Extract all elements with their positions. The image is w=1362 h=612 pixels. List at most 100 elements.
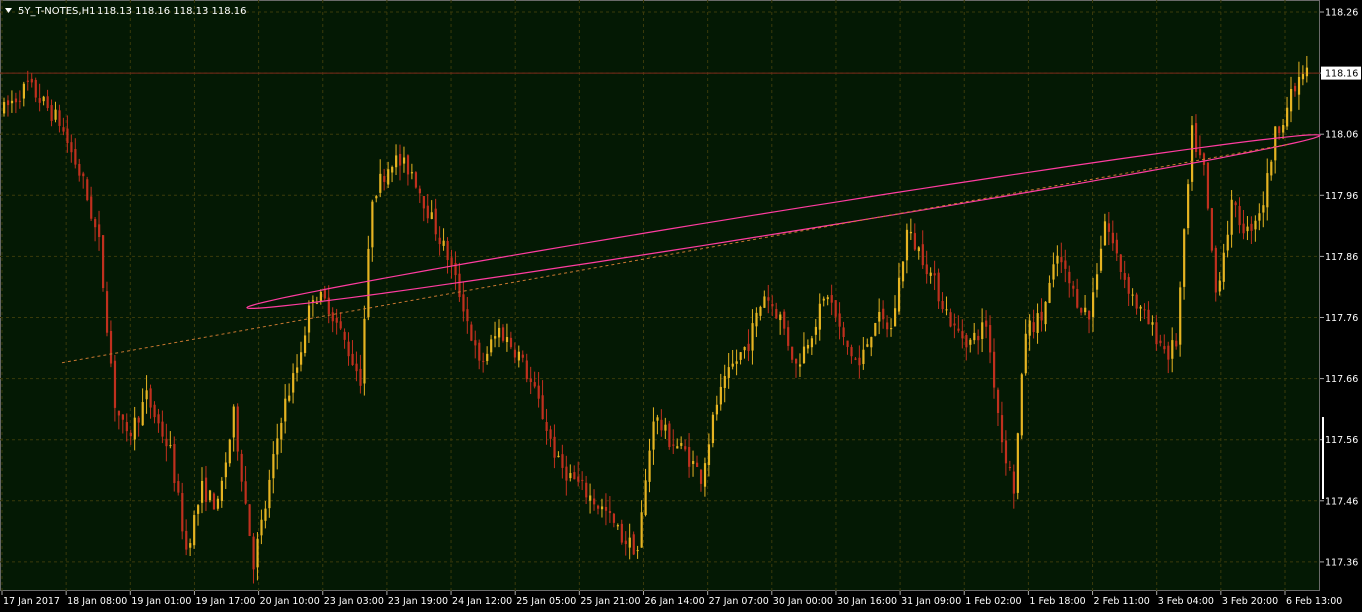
candle-body bbox=[553, 436, 556, 458]
candle-body bbox=[565, 466, 568, 481]
candle-body bbox=[177, 481, 180, 493]
candle-body bbox=[905, 229, 909, 261]
chart-header: 5Y_T-NOTES,H1 118.13 118.16 118.13 118.1… bbox=[5, 6, 247, 17]
candle-body bbox=[62, 127, 65, 132]
time-tick-label: 2 Feb 11:00 bbox=[1094, 596, 1150, 607]
time-axis[interactable]: 17 Jan 2017 18 Jan 08:00 19 Jan 01:00 19 Ja… bbox=[1, 591, 1342, 607]
time-tick-label: 19 Jan 01:00 bbox=[131, 596, 191, 607]
candle-body bbox=[767, 297, 770, 301]
candle-body bbox=[434, 208, 437, 235]
candle-body bbox=[533, 382, 536, 387]
candle-body bbox=[149, 388, 152, 408]
candle-body bbox=[426, 205, 429, 219]
candle-body bbox=[925, 264, 928, 275]
candle-body bbox=[193, 515, 196, 546]
candle-body bbox=[743, 346, 746, 351]
price-axis[interactable]: 118.26 118.16 118.06 117.96 117.86 117.76 117.… bbox=[1320, 8, 1358, 569]
candle-body bbox=[1012, 471, 1015, 494]
candle-body bbox=[1040, 311, 1043, 321]
candle-body bbox=[608, 511, 612, 514]
candle-body bbox=[113, 360, 117, 408]
candle-body bbox=[1286, 107, 1289, 127]
candle-body bbox=[1266, 173, 1269, 208]
candle-body bbox=[735, 361, 738, 364]
candle-body bbox=[755, 312, 758, 327]
candle-body bbox=[969, 339, 972, 345]
candle-body bbox=[993, 351, 996, 388]
candle-body bbox=[652, 421, 655, 450]
candle-body bbox=[573, 472, 576, 480]
candle-body bbox=[1218, 280, 1221, 292]
candle-body bbox=[846, 340, 849, 347]
candle-body bbox=[442, 240, 445, 246]
candle-body bbox=[1234, 202, 1237, 206]
candle-body bbox=[1198, 149, 1202, 156]
candle-body bbox=[1262, 205, 1265, 213]
candle-body bbox=[1254, 220, 1257, 230]
candle-body bbox=[462, 294, 465, 312]
candle-body bbox=[1048, 282, 1051, 303]
candle-body bbox=[894, 308, 897, 327]
candle-body bbox=[854, 358, 857, 360]
scroll-indicator[interactable] bbox=[1322, 417, 1324, 499]
candle-body bbox=[1024, 333, 1027, 374]
candle-body bbox=[367, 248, 370, 318]
candle-body bbox=[54, 109, 57, 120]
candle-body bbox=[668, 423, 671, 447]
candle-body bbox=[1056, 255, 1059, 264]
candle-body bbox=[1107, 223, 1111, 232]
candle-body bbox=[1250, 223, 1253, 231]
candle-body bbox=[98, 224, 101, 238]
candle-body bbox=[1119, 254, 1122, 272]
candle-body bbox=[561, 454, 564, 468]
candle-body bbox=[597, 505, 600, 509]
candle-body bbox=[494, 336, 497, 339]
candle-body bbox=[482, 360, 485, 362]
candle-body bbox=[866, 344, 869, 347]
candle-body bbox=[759, 306, 762, 316]
candle-body bbox=[719, 386, 722, 405]
candle-body bbox=[14, 98, 18, 103]
candle-body bbox=[22, 83, 25, 99]
candle-body bbox=[1143, 309, 1146, 311]
candle-body bbox=[438, 237, 441, 245]
candle-body bbox=[1016, 433, 1019, 493]
candle-body bbox=[189, 543, 192, 548]
candle-body bbox=[383, 176, 386, 182]
candle-body bbox=[125, 422, 128, 432]
candle-body bbox=[985, 320, 988, 327]
candle-body bbox=[1127, 277, 1130, 294]
candle-body bbox=[129, 432, 132, 437]
candle-body bbox=[371, 201, 374, 248]
candle-body bbox=[699, 469, 703, 484]
price-tick-label: 117.36 bbox=[1325, 557, 1358, 568]
candle-body bbox=[18, 100, 22, 102]
chart-canvas[interactable]: 5Y_T-NOTES,H1 118.13 118.16 118.13 118.1… bbox=[0, 0, 1362, 612]
candle-body bbox=[961, 331, 964, 339]
candle-body bbox=[50, 105, 53, 121]
candle-body bbox=[644, 480, 647, 516]
candle-body bbox=[272, 454, 275, 479]
candle-body bbox=[1191, 125, 1194, 182]
candle-body bbox=[137, 417, 140, 423]
price-tick-label: 117.96 bbox=[1325, 191, 1358, 202]
candle-body bbox=[379, 173, 382, 193]
candle-body bbox=[525, 360, 528, 380]
candle-body bbox=[1123, 273, 1126, 280]
candle-body bbox=[711, 414, 715, 444]
candle-body bbox=[624, 540, 627, 545]
candle-body bbox=[30, 78, 33, 83]
candle-body bbox=[830, 295, 833, 303]
candle-body bbox=[102, 235, 105, 289]
candle-body bbox=[3, 102, 6, 114]
candle-body bbox=[410, 172, 414, 174]
candle-body bbox=[1155, 322, 1158, 345]
candle-body bbox=[109, 330, 113, 364]
candle-body bbox=[288, 395, 291, 401]
candle-body bbox=[240, 453, 243, 482]
candle-body bbox=[545, 422, 548, 432]
candle-body bbox=[933, 273, 936, 276]
candle-body bbox=[1187, 184, 1190, 229]
candle-body bbox=[212, 493, 216, 510]
candle-body bbox=[347, 341, 350, 357]
